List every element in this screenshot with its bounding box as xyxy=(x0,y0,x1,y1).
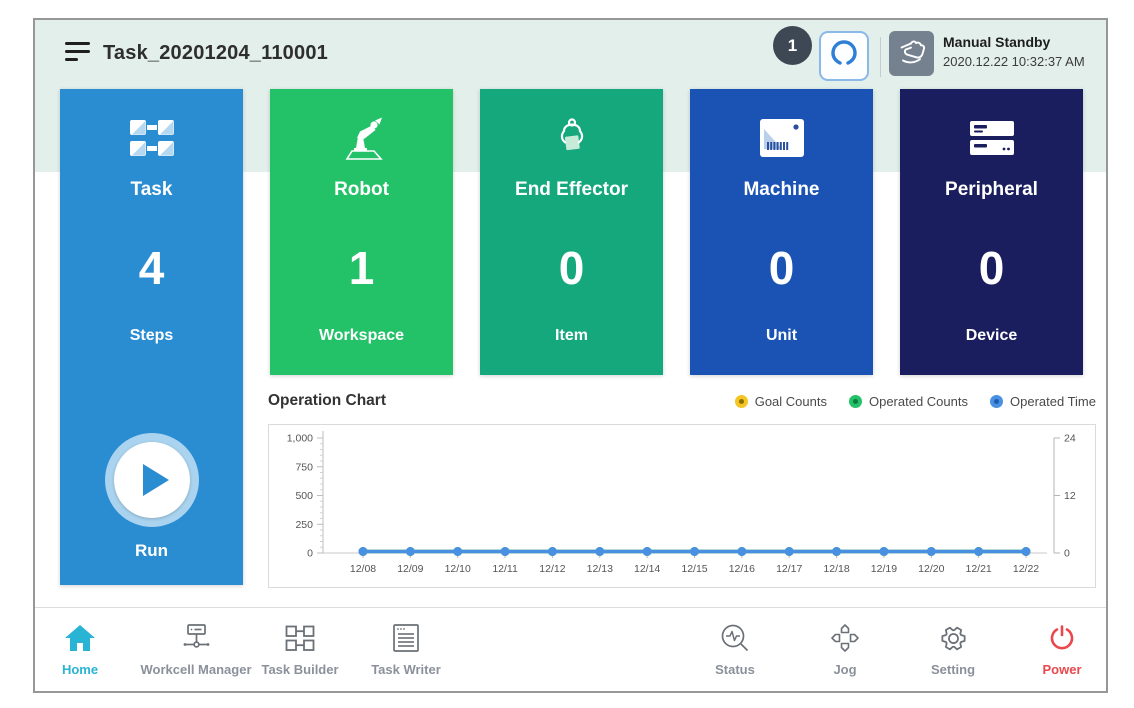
svg-text:12/18: 12/18 xyxy=(823,563,849,575)
svg-text:24: 24 xyxy=(1064,433,1076,445)
legend-label: Operated Counts xyxy=(869,394,968,409)
legend-operated-time: Operated Time xyxy=(990,394,1096,409)
legend-label: Goal Counts xyxy=(755,394,827,409)
page-title: Task_20201204_110001 xyxy=(103,42,328,65)
svg-text:1,000: 1,000 xyxy=(287,433,313,445)
card-unit: Steps xyxy=(130,327,174,345)
card-robot[interactable]: Robot 1 Workspace xyxy=(270,89,453,375)
operation-chart: 1,000 750 500 250 0 12/08 12/09 12/10 12/11 12/12… xyxy=(268,424,1096,588)
svg-text:0: 0 xyxy=(307,548,313,560)
svg-text:12/16: 12/16 xyxy=(729,563,755,575)
card-title: End Effector xyxy=(515,179,628,201)
svg-text:12/20: 12/20 xyxy=(918,563,944,575)
task-blocks-icon xyxy=(129,111,175,165)
hamburger-menu-button[interactable] xyxy=(65,42,91,64)
card-peripheral[interactable]: Peripheral 0 Device xyxy=(900,89,1083,375)
run-button[interactable] xyxy=(105,433,199,527)
app-frame: Task_20201204_110001 1 xyxy=(33,18,1108,693)
notification-badge: 1 xyxy=(773,26,812,65)
svg-text:12/11: 12/11 xyxy=(492,563,518,575)
card-value: 4 xyxy=(139,245,165,291)
card-title: Machine xyxy=(743,179,819,201)
card-unit: Workspace xyxy=(319,327,404,345)
card-unit: Item xyxy=(555,327,588,345)
svg-text:0: 0 xyxy=(1064,548,1070,560)
legend-dot-blue-icon xyxy=(990,395,1003,408)
chart-title: Operation Chart xyxy=(268,392,386,410)
nav-label: Task Builder xyxy=(261,662,338,677)
svg-text:12/21: 12/21 xyxy=(966,563,992,575)
svg-text:12/19: 12/19 xyxy=(871,563,897,575)
nav-label: Status xyxy=(715,662,755,677)
nav-label: Setting xyxy=(931,662,975,677)
jog-icon xyxy=(830,618,860,658)
legend-dot-yellow-icon xyxy=(735,395,748,408)
svg-text:12/08: 12/08 xyxy=(350,563,376,575)
mode-status-label: Manual Standby xyxy=(943,34,1085,52)
gripper-status-button[interactable] xyxy=(819,31,869,81)
run-label: Run xyxy=(60,541,243,561)
nav-item-power[interactable]: Power xyxy=(987,618,1134,677)
svg-text:12/14: 12/14 xyxy=(634,563,660,575)
card-unit: Unit xyxy=(766,327,797,345)
svg-text:500: 500 xyxy=(295,490,313,502)
card-value: 0 xyxy=(769,245,795,291)
nav-label: Home xyxy=(62,662,98,677)
task-writer-icon xyxy=(392,618,420,658)
card-task[interactable]: Task 4 Steps Run xyxy=(60,89,243,585)
manual-mode-button[interactable] xyxy=(889,31,934,76)
nav-item-task-writer[interactable]: Task Writer xyxy=(331,618,481,677)
svg-text:12/13: 12/13 xyxy=(587,563,613,575)
timestamp: 2020.12.22 10:32:37 AM xyxy=(943,54,1085,70)
legend-operated-counts: Operated Counts xyxy=(849,394,968,409)
card-machine[interactable]: Machine 0 Unit xyxy=(690,89,873,375)
card-value: 0 xyxy=(559,245,585,291)
setting-gear-icon xyxy=(939,618,968,658)
card-end-effector[interactable]: End Effector 0 Item xyxy=(480,89,663,375)
play-icon xyxy=(143,464,169,496)
end-effector-gripper-icon xyxy=(550,111,594,165)
card-unit: Device xyxy=(966,327,1018,345)
power-icon xyxy=(1047,618,1077,658)
svg-text:12/09: 12/09 xyxy=(397,563,423,575)
legend-goal-counts: Goal Counts xyxy=(735,394,827,409)
svg-text:12/22: 12/22 xyxy=(1013,563,1039,575)
card-value: 0 xyxy=(979,245,1005,291)
nav-divider xyxy=(35,607,1106,608)
task-builder-icon xyxy=(285,618,315,658)
svg-text:750: 750 xyxy=(295,461,313,473)
nav-label: Jog xyxy=(833,662,856,677)
svg-text:12: 12 xyxy=(1064,490,1076,502)
legend-label: Operated Time xyxy=(1010,394,1096,409)
nav-label: Power xyxy=(1042,662,1081,677)
nav-label: Task Writer xyxy=(371,662,441,677)
svg-text:12/12: 12/12 xyxy=(539,563,565,575)
robot-arm-icon xyxy=(337,111,387,165)
svg-text:12/15: 12/15 xyxy=(681,563,707,575)
chart-legend: Goal Counts Operated Counts Operated Tim… xyxy=(735,394,1096,409)
card-value: 1 xyxy=(349,245,375,291)
peripheral-server-icon xyxy=(969,111,1015,165)
home-icon xyxy=(64,618,96,658)
card-title: Peripheral xyxy=(945,179,1038,201)
svg-text:12/17: 12/17 xyxy=(776,563,802,575)
card-title: Task xyxy=(131,179,173,201)
legend-dot-green-icon xyxy=(849,395,862,408)
machine-icon xyxy=(759,111,805,165)
status-icon xyxy=(720,618,750,658)
gripper-icon xyxy=(829,39,859,74)
workcell-manager-icon xyxy=(180,618,213,658)
topbar-divider xyxy=(880,37,881,77)
svg-text:250: 250 xyxy=(295,519,313,531)
svg-text:12/10: 12/10 xyxy=(445,563,471,575)
hand-icon xyxy=(897,36,927,71)
card-title: Robot xyxy=(334,179,389,201)
